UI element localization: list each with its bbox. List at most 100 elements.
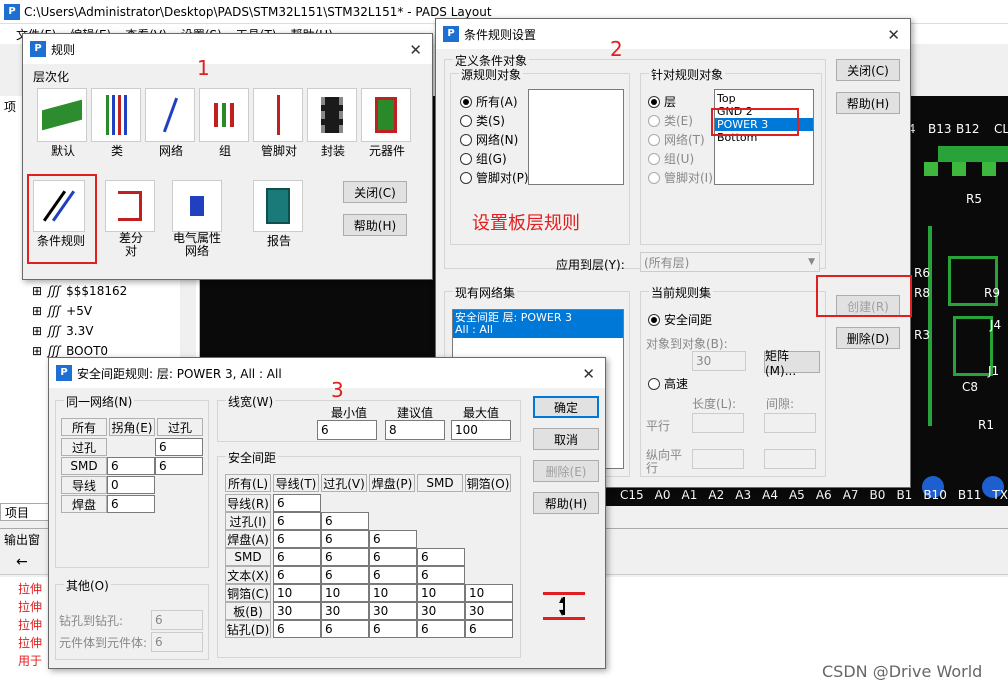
high-speed-radio[interactable]: 高速	[648, 375, 688, 392]
clr-row-label[interactable]: 板(B)	[225, 602, 271, 620]
layer-list[interactable]: Top GND 2 POWER 3 Bottom	[714, 89, 814, 185]
sn-row-label[interactable]: 导线	[61, 476, 107, 494]
delete-button[interactable]: 删除(D)	[836, 327, 900, 349]
source-pinpair-radio[interactable]: 管脚对(P)	[460, 169, 529, 186]
clr-cell[interactable]: 6	[273, 620, 321, 638]
sn-row-label[interactable]: SMD	[61, 457, 107, 475]
parallel-gap-field[interactable]	[764, 413, 816, 433]
clr-cell[interactable]: 10	[465, 584, 513, 602]
layer-item[interactable]: Top	[715, 92, 813, 105]
target-group-radio[interactable]: 组(U)	[648, 150, 694, 167]
clr-cell[interactable]: 10	[321, 584, 369, 602]
clr-cell[interactable]: 30	[465, 602, 513, 620]
clr-cell[interactable]: 6	[273, 512, 321, 530]
apply-layer-select[interactable]: (所有层) ▼	[640, 252, 820, 272]
clr-cell[interactable]: 6	[321, 566, 369, 584]
tree-item[interactable]: ⊞ ʃʃʃ $$$18162	[32, 284, 127, 298]
tree-item[interactable]: ⊞ ʃʃʃ BOOT0	[32, 344, 108, 358]
clr-cell[interactable]: 6	[417, 620, 465, 638]
clr-row-label[interactable]: 铜箔(C)	[225, 584, 271, 602]
close-icon[interactable]: ✕	[887, 26, 900, 44]
clr-cell[interactable]: 10	[369, 584, 417, 602]
clr-cell[interactable]: 6	[417, 548, 465, 566]
rule-net-button[interactable]: 网络	[145, 88, 197, 164]
clr-cell[interactable]: 6	[369, 530, 417, 548]
sn-cell[interactable]: 6	[155, 438, 203, 456]
sn-cell[interactable]: 6	[107, 457, 155, 475]
clr-cell[interactable]: 6	[273, 548, 321, 566]
clr-cell[interactable]: 30	[417, 602, 465, 620]
close-icon[interactable]: ✕	[582, 365, 595, 383]
rule-group-button[interactable]: 组	[199, 88, 251, 164]
rule-diffpair-button[interactable]: 差分 对	[105, 180, 157, 270]
source-net-radio[interactable]: 网络(N)	[460, 131, 518, 148]
clr-cell[interactable]: 30	[369, 602, 417, 620]
sn-via-header[interactable]: 过孔	[157, 418, 203, 436]
matrix-button[interactable]: 矩阵(M)...	[764, 349, 820, 378]
rule-pinpair-button[interactable]: 管脚对	[253, 88, 305, 164]
delete-button[interactable]: 删除(E)	[533, 460, 599, 482]
sn-cell[interactable]: 6	[155, 457, 203, 475]
tw-min-field[interactable]: 6	[317, 420, 377, 440]
rule-default-button[interactable]: 默认	[37, 88, 89, 164]
drill-to-drill-field[interactable]: 6	[151, 610, 203, 630]
body-to-body-field[interactable]: 6	[151, 632, 203, 652]
clr-cell[interactable]: 6	[273, 530, 321, 548]
clr-row-label[interactable]: 文本(X)	[225, 566, 271, 584]
source-list[interactable]	[528, 89, 624, 185]
clr-col-header[interactable]: SMD	[417, 474, 463, 492]
clr-cell[interactable]: 6	[369, 620, 417, 638]
close-icon[interactable]: ✕	[409, 41, 422, 59]
clr-row-label[interactable]: 焊盘(A)	[225, 530, 271, 548]
clr-cell[interactable]: 6	[321, 530, 369, 548]
sn-all-header[interactable]: 所有	[61, 418, 107, 436]
sn-corner-header[interactable]: 拐角(E)	[109, 418, 155, 436]
target-class-radio[interactable]: 类(E)	[648, 112, 693, 129]
rule-decal-button[interactable]: 封装	[307, 88, 359, 164]
rule-component-button[interactable]: 元器件	[361, 88, 413, 164]
cancel-button[interactable]: 取消	[533, 428, 599, 450]
clr-cell[interactable]: 10	[417, 584, 465, 602]
clr-col-header[interactable]: 导线(T)	[273, 474, 319, 492]
sn-cell[interactable]: 6	[107, 495, 155, 513]
clr-row-label[interactable]: SMD	[225, 548, 271, 566]
clr-col-header[interactable]: 焊盘(P)	[369, 474, 415, 492]
target-layer-radio[interactable]: 层	[648, 93, 676, 110]
clr-cell[interactable]: 6	[417, 566, 465, 584]
source-all-radio[interactable]: 所有(A)	[460, 93, 518, 110]
tw-max-field[interactable]: 100	[451, 420, 511, 440]
clr-cell[interactable]: 30	[321, 602, 369, 620]
rules-help-button[interactable]: 帮助(H)	[343, 214, 407, 236]
cond-close-button[interactable]: 关闭(C)	[836, 59, 900, 81]
sn-cell[interactable]: 0	[107, 476, 155, 494]
tw-rec-field[interactable]: 8	[385, 420, 445, 440]
vparallel-gap-field[interactable]	[764, 449, 816, 469]
netset-item-selected[interactable]: 安全间距 层: POWER 3 All : All	[453, 310, 623, 338]
clr-cell[interactable]: 6	[321, 512, 369, 530]
help-button[interactable]: 帮助(H)	[533, 492, 599, 514]
clr-cell[interactable]: 6	[321, 548, 369, 566]
project-tab[interactable]: 项目	[0, 503, 50, 521]
clr-cell[interactable]: 6	[273, 494, 321, 512]
rule-elecnet-button[interactable]: 电气属性 网络	[167, 180, 227, 270]
clr-col-header[interactable]: 过孔(V)	[321, 474, 367, 492]
clr-row-label[interactable]: 钻孔(D)	[225, 620, 271, 638]
vparallel-length-field[interactable]	[692, 449, 744, 469]
target-net-radio[interactable]: 网络(T)	[648, 131, 705, 148]
sn-row-label[interactable]: 过孔	[61, 438, 107, 456]
source-class-radio[interactable]: 类(S)	[460, 112, 505, 129]
clr-cell[interactable]: 6	[369, 548, 417, 566]
clr-cell[interactable]: 6	[465, 620, 513, 638]
clr-cell[interactable]: 10	[273, 584, 321, 602]
clr-cell[interactable]: 6	[369, 566, 417, 584]
clr-col-header[interactable]: 铜箔(O)	[465, 474, 511, 492]
clr-row-label[interactable]: 过孔(I)	[225, 512, 271, 530]
parallel-length-field[interactable]	[692, 413, 744, 433]
clr-cell[interactable]: 30	[273, 602, 321, 620]
obj-to-obj-field[interactable]: 30	[692, 351, 746, 371]
rule-report-button[interactable]: 报告	[253, 180, 305, 260]
source-group-radio[interactable]: 组(G)	[460, 150, 507, 167]
clr-cell[interactable]: 6	[321, 620, 369, 638]
target-pinpair-radio[interactable]: 管脚对(I)	[648, 169, 713, 186]
tree-item[interactable]: ⊞ ʃʃʃ +5V	[32, 304, 92, 318]
